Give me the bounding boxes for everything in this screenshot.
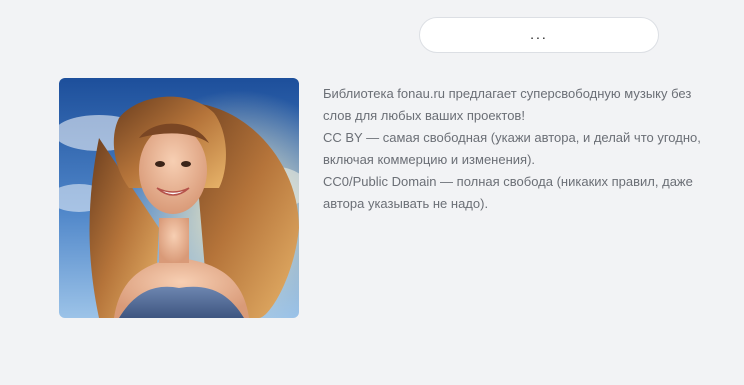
description-line-cc0: CC0/Public Domain — полная свобода (ника… bbox=[323, 174, 693, 211]
description-line-cc-by: CC BY — самая свободная (укажи автора, и… bbox=[323, 130, 701, 167]
description-text: Библиотека fonau.ru предлагает суперсвоб… bbox=[323, 83, 723, 215]
description-line-intro: Библиотека fonau.ru предлагает суперсвоб… bbox=[323, 86, 692, 123]
more-button[interactable]: ... bbox=[419, 17, 659, 53]
album-cover-image bbox=[59, 78, 299, 318]
more-dots-label: ... bbox=[530, 26, 548, 42]
